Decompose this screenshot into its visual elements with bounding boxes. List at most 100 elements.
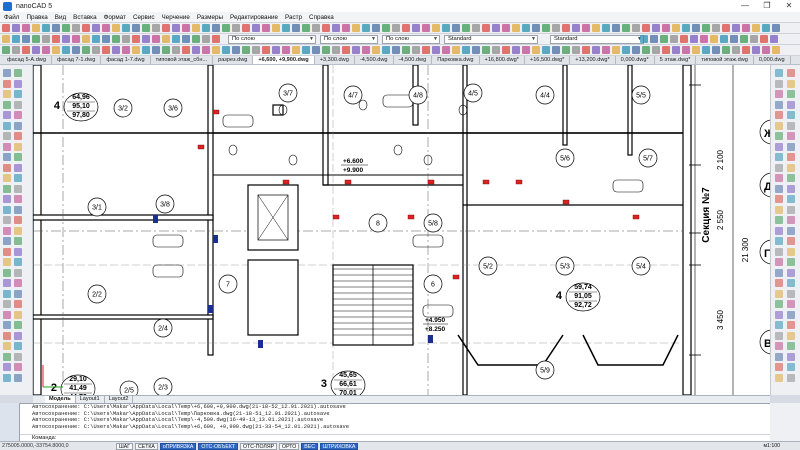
draw-tool-icon[interactable] xyxy=(402,46,410,54)
modify-tool-icon[interactable] xyxy=(162,35,170,43)
document-tab[interactable]: разрез.dwg xyxy=(213,56,254,64)
menu-item[interactable]: Файл xyxy=(4,14,19,21)
side-tool-icon[interactable] xyxy=(3,300,11,308)
modify-tool-icon[interactable] xyxy=(102,35,110,43)
menu-item[interactable]: Вид xyxy=(55,14,66,21)
scale-indicator[interactable]: м1:100 xyxy=(763,443,780,449)
side-tool-icon[interactable] xyxy=(3,247,11,256)
standard-tool-icon[interactable] xyxy=(662,24,670,32)
draw-tool-icon[interactable] xyxy=(732,46,740,54)
document-tab[interactable]: +16,500.dwg* xyxy=(525,56,571,64)
draw-tool-icon[interactable] xyxy=(642,46,650,54)
document-tab[interactable]: фасад 7-1.dwg xyxy=(52,56,102,64)
side-tool-icon[interactable] xyxy=(3,163,11,172)
standard-tool-icon[interactable] xyxy=(172,24,180,32)
dimension-tool-icon[interactable] xyxy=(750,35,758,43)
side-tool-icon[interactable] xyxy=(14,216,22,224)
draw-tool-icon[interactable] xyxy=(532,46,540,54)
side-tool-icon[interactable] xyxy=(787,237,795,245)
standard-tool-icon[interactable] xyxy=(652,24,660,32)
status-toggle-button[interactable]: ОРТО xyxy=(279,442,300,450)
side-tool-icon[interactable] xyxy=(14,289,22,298)
draw-tool-icon[interactable] xyxy=(122,46,130,54)
side-tool-icon[interactable] xyxy=(775,289,783,298)
side-tool-icon[interactable] xyxy=(14,111,22,119)
draw-tool-icon[interactable] xyxy=(12,46,20,54)
modify-tool-icon[interactable] xyxy=(182,35,190,43)
side-tool-icon[interactable] xyxy=(787,226,795,235)
text-style-combo[interactable]: Standard ▼ xyxy=(444,34,538,44)
draw-tool-icon[interactable] xyxy=(172,46,180,54)
draw-tool-icon[interactable] xyxy=(112,46,120,54)
dimension-tool-icon[interactable] xyxy=(760,35,768,43)
document-tab[interactable]: 0,000.dwg* xyxy=(616,56,655,64)
side-tool-icon[interactable] xyxy=(787,111,795,119)
modify-tool-icon[interactable] xyxy=(92,35,100,43)
side-tool-icon[interactable] xyxy=(3,121,11,130)
standard-tool-icon[interactable] xyxy=(312,24,320,32)
status-toggle-button[interactable]: ОТС-ОБЪЕКТ xyxy=(198,442,239,450)
standard-tool-icon[interactable] xyxy=(682,24,690,32)
dimension-tool-icon[interactable] xyxy=(650,35,658,43)
side-tool-icon[interactable] xyxy=(775,247,783,256)
side-tool-icon[interactable] xyxy=(787,279,795,287)
standard-tool-icon[interactable] xyxy=(392,24,400,32)
side-tool-icon[interactable] xyxy=(3,373,11,382)
side-tool-icon[interactable] xyxy=(14,184,22,193)
side-tool-icon[interactable] xyxy=(14,268,22,277)
menu-item[interactable]: Вставка xyxy=(73,14,96,21)
draw-tool-icon[interactable] xyxy=(392,46,400,54)
side-tool-icon[interactable] xyxy=(775,216,783,224)
dimension-tool-icon[interactable] xyxy=(770,35,778,43)
draw-tool-icon[interactable] xyxy=(202,46,210,54)
draw-tool-icon[interactable] xyxy=(102,46,110,54)
draw-tool-icon[interactable] xyxy=(772,46,780,54)
side-tool-icon[interactable] xyxy=(14,258,22,266)
layout-tab[interactable]: Layout2 xyxy=(105,396,134,403)
side-tool-icon[interactable] xyxy=(775,153,783,161)
side-tool-icon[interactable] xyxy=(14,352,22,361)
draw-tool-icon[interactable] xyxy=(682,46,690,54)
draw-tool-icon[interactable] xyxy=(612,46,620,54)
draw-tool-icon[interactable] xyxy=(552,46,560,54)
standard-tool-icon[interactable] xyxy=(322,24,330,32)
standard-tool-icon[interactable] xyxy=(502,24,510,32)
side-tool-icon[interactable] xyxy=(14,205,22,214)
side-tool-icon[interactable] xyxy=(775,352,783,361)
standard-tool-icon[interactable] xyxy=(122,24,130,32)
modify-tool-icon[interactable] xyxy=(132,35,140,43)
dimension-tool-icon[interactable] xyxy=(660,35,668,43)
draw-tool-icon[interactable] xyxy=(602,46,610,54)
draw-tool-icon[interactable] xyxy=(542,46,550,54)
side-tool-icon[interactable] xyxy=(787,90,795,98)
dimension-tool-icon[interactable] xyxy=(640,35,648,43)
modify-tool-icon[interactable] xyxy=(202,35,210,43)
standard-tool-icon[interactable] xyxy=(512,24,520,32)
modify-tool-icon[interactable] xyxy=(82,35,90,43)
side-tool-icon[interactable] xyxy=(775,331,783,340)
draw-tool-icon[interactable] xyxy=(192,46,200,54)
draw-tool-icon[interactable] xyxy=(662,46,670,54)
side-tool-icon[interactable] xyxy=(787,331,795,340)
standard-tool-icon[interactable] xyxy=(422,24,430,32)
draw-tool-icon[interactable] xyxy=(742,46,750,54)
standard-tool-icon[interactable] xyxy=(532,24,540,32)
status-toggle-button[interactable]: оПРИВЯЗКА xyxy=(159,442,197,450)
standard-tool-icon[interactable] xyxy=(212,24,220,32)
side-tool-icon[interactable] xyxy=(775,69,783,77)
side-tool-icon[interactable] xyxy=(787,205,795,214)
document-tab[interactable]: +6,600, +9,900.dwg xyxy=(253,56,315,64)
draw-tool-icon[interactable] xyxy=(352,46,360,54)
layout-tab[interactable]: Layout1 xyxy=(76,396,105,403)
standard-tool-icon[interactable] xyxy=(592,24,600,32)
side-tool-icon[interactable] xyxy=(3,237,11,245)
side-tool-icon[interactable] xyxy=(3,69,11,77)
side-tool-icon[interactable] xyxy=(3,342,11,350)
side-tool-icon[interactable] xyxy=(775,258,783,266)
standard-tool-icon[interactable] xyxy=(472,24,480,32)
side-tool-icon[interactable] xyxy=(775,79,783,88)
draw-tool-icon[interactable] xyxy=(432,46,440,54)
status-toggle-button[interactable]: ШАГ xyxy=(116,442,134,450)
modify-tool-icon[interactable] xyxy=(172,35,180,43)
side-tool-icon[interactable] xyxy=(3,132,11,140)
